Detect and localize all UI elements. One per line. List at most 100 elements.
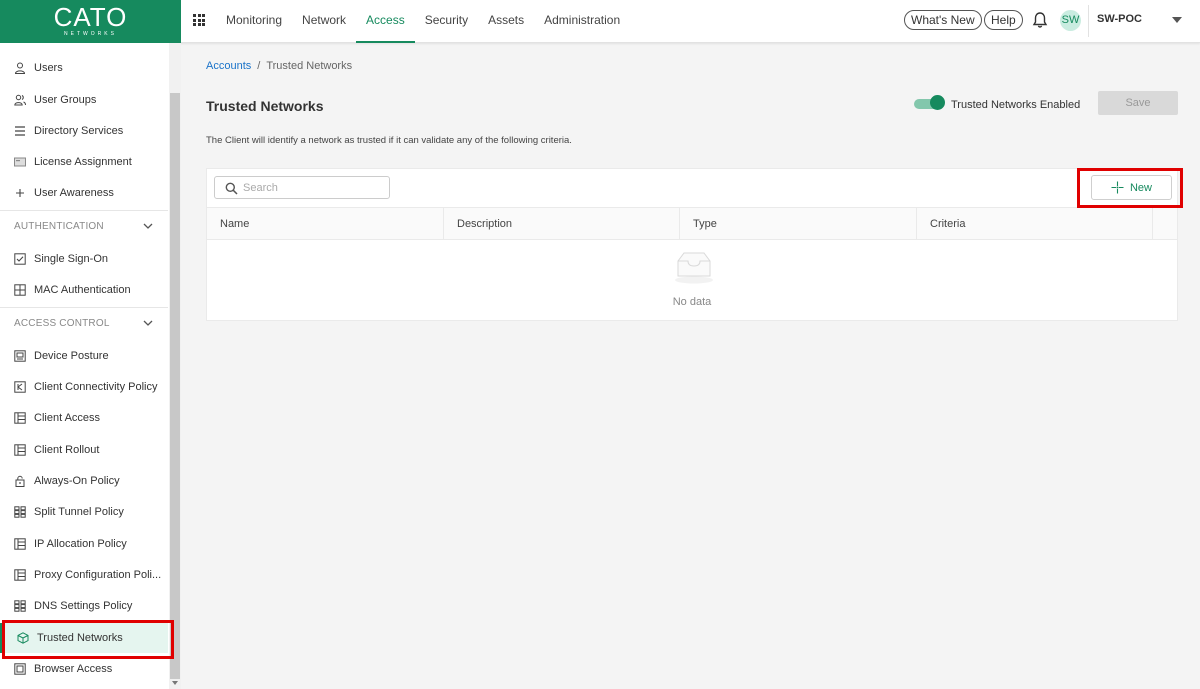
breadcrumb-current: Trusted Networks	[266, 60, 353, 72]
sidebar-item-license-assignment[interactable]: License Assignment	[0, 147, 168, 177]
sidebar-item-label: Single Sign-On	[34, 253, 108, 265]
sidebar-item-always-on-policy[interactable]: Always-On Policy	[0, 466, 168, 496]
license-icon	[14, 156, 26, 168]
nav-security[interactable]: Security	[415, 0, 478, 43]
search-box[interactable]	[214, 176, 390, 199]
chevron-down-icon[interactable]	[142, 317, 154, 329]
sidebar-item-user-groups[interactable]: User Groups	[0, 85, 168, 115]
section-label: AUTHENTICATION	[14, 220, 104, 232]
sidebar-item-client-connectivity-policy[interactable]: Client Connectivity Policy	[0, 372, 168, 402]
sidebar-item-label: Client Access	[34, 412, 101, 424]
trusted-networks-toggle[interactable]	[914, 95, 945, 111]
save-button[interactable]: Save	[1098, 91, 1178, 115]
account-name[interactable]: SW-POC	[1097, 13, 1142, 25]
nav-monitoring[interactable]: Monitoring	[216, 0, 292, 43]
sidebar-section-authentication[interactable]: AUTHENTICATION	[0, 211, 168, 241]
page-description: The Client will identify a network as tr…	[206, 135, 572, 146]
sidebar-item-mac-authentication[interactable]: MAC Authentication	[0, 275, 168, 305]
sidebar-scrollbar-thumb[interactable]	[170, 93, 180, 679]
sidebar-item-directory-services[interactable]: Directory Services	[0, 116, 168, 146]
chevron-down-icon[interactable]	[1172, 17, 1182, 23]
sidebar-item-label: Proxy Configuration Poli...	[34, 569, 162, 581]
logo-brand: CATO	[53, 2, 128, 32]
chevron-down-icon[interactable]	[142, 220, 154, 232]
avatar[interactable]: SW	[1060, 10, 1081, 31]
sidebar-item-label: Split Tunnel Policy	[34, 506, 124, 518]
directory-icon	[14, 125, 26, 137]
sidebar-section-access-control[interactable]: ACCESS CONTROL	[0, 308, 168, 338]
table-header: Name Description Type Criteria	[207, 207, 1177, 240]
toggle-label: Trusted Networks Enabled	[951, 99, 1081, 111]
top-bar: CATO NETWORKS Monitoring Network Access …	[0, 0, 1200, 43]
sidebar-item-label: Client Connectivity Policy	[34, 381, 158, 393]
sidebar-item-split-tunnel-policy[interactable]: Split Tunnel Policy	[0, 497, 168, 527]
sidebar-item-label: Browser Access	[34, 663, 113, 675]
sidebar-item-users[interactable]: Users	[0, 53, 168, 83]
new-button[interactable]: New	[1091, 175, 1172, 200]
lock-icon	[14, 475, 26, 487]
device-icon	[14, 350, 26, 362]
breadcrumb: Accounts / Trusted Networks	[206, 60, 352, 72]
grid-icon	[14, 284, 26, 296]
whats-new-button[interactable]: What's New	[904, 10, 982, 30]
apps-grid-icon[interactable]	[193, 14, 205, 26]
sidebar-item-ip-allocation-policy[interactable]: IP Allocation Policy	[0, 529, 168, 559]
checkbox-icon	[14, 253, 26, 265]
sidebar-item-device-posture[interactable]: Device Posture	[0, 341, 168, 371]
column-header-name[interactable]: Name	[207, 208, 444, 240]
split-icon	[14, 600, 26, 612]
user-icon	[14, 62, 26, 74]
sidebar-item-label: IP Allocation Policy	[34, 538, 127, 550]
sidebar-item-label: MAC Authentication	[34, 284, 131, 296]
nav-assets[interactable]: Assets	[478, 0, 534, 43]
user-group-icon	[14, 94, 26, 106]
search-input[interactable]	[243, 180, 383, 196]
sidebar-item-proxy-configuration-policy[interactable]: Proxy Configuration Poli...	[0, 560, 168, 590]
sidebar-item-label: DNS Settings Policy	[34, 600, 133, 612]
sidebar-item-client-access[interactable]: Client Access	[0, 403, 168, 433]
sparkle-icon	[1111, 181, 1124, 194]
empty-inbox-icon	[675, 252, 713, 284]
sidebar-item-label: Client Rollout	[34, 444, 100, 456]
sidebar-item-user-awareness[interactable]: User Awareness	[0, 178, 168, 208]
scroll-down-arrow-icon[interactable]	[172, 681, 178, 685]
nav-network[interactable]: Network	[292, 0, 356, 43]
header-divider	[1088, 5, 1089, 37]
breadcrumb-accounts[interactable]: Accounts	[206, 60, 251, 72]
table-icon	[14, 538, 26, 550]
table-icon	[14, 444, 26, 456]
policy-icon	[14, 381, 26, 393]
nav-access[interactable]: Access	[356, 0, 415, 43]
window-icon	[14, 663, 26, 675]
nav-administration[interactable]: Administration	[534, 0, 630, 43]
sidebar: Users User Groups Directory Services Lic…	[0, 43, 181, 689]
sidebar-item-client-rollout[interactable]: Client Rollout	[0, 435, 168, 465]
logo-subtitle: NETWORKS	[64, 31, 117, 37]
sidebar-item-browser-access[interactable]: Browser Access	[0, 654, 168, 684]
sidebar-item-trusted-networks[interactable]: Trusted Networks	[0, 623, 168, 653]
sidebar-item-label: User Groups	[34, 94, 97, 106]
section-label: ACCESS CONTROL	[14, 317, 110, 329]
cato-logo[interactable]: CATO NETWORKS	[0, 0, 181, 43]
cube-icon	[17, 632, 29, 644]
bell-icon[interactable]	[1032, 11, 1048, 29]
sidebar-item-label: Users	[34, 62, 63, 74]
toggle-knob	[930, 95, 945, 110]
plus-icon	[14, 187, 26, 199]
sidebar-item-label: Directory Services	[34, 125, 124, 137]
sidebar-item-label: Always-On Policy	[34, 475, 120, 487]
main-nav: Monitoring Network Access Security Asset…	[216, 0, 630, 43]
column-header-type[interactable]: Type	[680, 208, 917, 240]
column-header-criteria[interactable]: Criteria	[917, 208, 1153, 240]
table-icon	[14, 412, 26, 424]
search-icon	[225, 182, 238, 195]
new-button-label: New	[1129, 181, 1152, 194]
sidebar-item-dns-settings-policy[interactable]: DNS Settings Policy	[0, 591, 168, 621]
table-icon	[14, 569, 26, 581]
sidebar-item-label: User Awareness	[34, 187, 114, 199]
sidebar-item-single-sign-on[interactable]: Single Sign-On	[0, 244, 168, 274]
column-header-description[interactable]: Description	[444, 208, 680, 240]
sidebar-item-label: Device Posture	[34, 350, 109, 362]
help-button[interactable]: Help	[984, 10, 1023, 30]
breadcrumb-separator: /	[257, 60, 261, 72]
